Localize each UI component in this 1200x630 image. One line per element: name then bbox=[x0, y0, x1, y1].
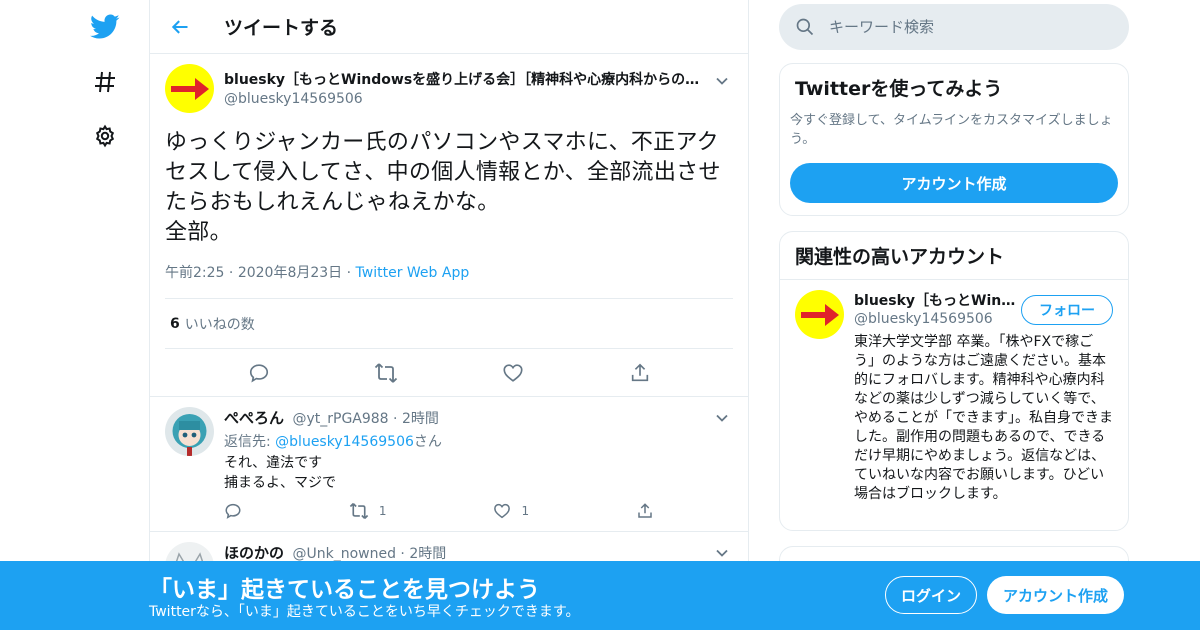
separator: · bbox=[400, 546, 405, 562]
reply-icon[interactable] bbox=[239, 353, 279, 393]
separator: · bbox=[393, 411, 398, 427]
related-account-name[interactable]: bluesky［もっとWindowsを盛り上げる会］ bbox=[854, 290, 1019, 310]
twitter-logo-icon[interactable] bbox=[80, 7, 130, 47]
tweet-date: 2020年8月23日 bbox=[237, 265, 343, 281]
search-bar[interactable] bbox=[779, 4, 1129, 50]
share-icon[interactable] bbox=[620, 353, 660, 393]
reply-body: ぺぺろん @yt_rPGA988 · 2時間 返信先: @bluesky1456… bbox=[224, 407, 733, 521]
page: ツイートする bluesky［もっとWindowsを盛り上げる会］［精神科や心療… bbox=[0, 0, 1200, 630]
banner-signup-button[interactable]: アカウント作成 bbox=[987, 576, 1124, 614]
banner-title: 「いま」起きていることを見つけよう bbox=[149, 577, 540, 603]
reply-actions: 1 1 bbox=[224, 501, 654, 521]
red-arrow-icon bbox=[170, 77, 209, 100]
like-button[interactable]: 1 bbox=[493, 501, 529, 521]
like-heart-icon bbox=[494, 503, 511, 519]
retweet-button[interactable]: 1 bbox=[349, 501, 387, 521]
author-handle[interactable]: @bluesky14569506 bbox=[224, 91, 704, 107]
reply-header: ぺぺろん @yt_rPGA988 · 2時間 bbox=[224, 407, 733, 428]
reply-time[interactable]: 2時間 bbox=[402, 411, 439, 427]
reply-author-handle[interactable]: @Unk_nowned bbox=[292, 546, 396, 562]
reply-to: 返信先: @bluesky14569506さん bbox=[224, 431, 733, 451]
retweet-icon bbox=[349, 503, 369, 519]
author-name[interactable]: bluesky［もっとWindowsを盛り上げる会］［精神科や心療内科からの薬を… bbox=[224, 69, 704, 89]
separator: · bbox=[346, 265, 352, 281]
tweet-timestamp: 午前2:25 · 2020年8月23日 · Twitter Web App bbox=[165, 262, 733, 282]
tweet-source-link[interactable]: Twitter Web App bbox=[356, 265, 470, 281]
main-column: ツイートする bluesky［もっとWindowsを盛り上げる会］［精神科や心療… bbox=[149, 0, 749, 630]
chevron-down-icon[interactable] bbox=[711, 407, 733, 429]
follow-button[interactable]: フォロー bbox=[1021, 295, 1113, 325]
reply-icon[interactable] bbox=[224, 501, 242, 521]
tweet-time: 午前2:25 bbox=[165, 265, 225, 281]
chevron-down-icon[interactable] bbox=[711, 70, 733, 92]
tweet-text: ゆっくりジャンカー氏のパソコンやスマホに、不正アクセスして侵入してさ、中の個人情… bbox=[165, 130, 721, 245]
reply-to-link[interactable]: @bluesky14569506 bbox=[275, 434, 414, 450]
likes-count[interactable]: 6 いいねの数 bbox=[165, 298, 733, 348]
likes-label: いいねの数 bbox=[184, 316, 255, 333]
header: ツイートする bbox=[150, 0, 748, 54]
avatar[interactable] bbox=[165, 64, 214, 113]
hashtag-icon[interactable] bbox=[80, 62, 130, 102]
create-account-button[interactable]: アカウント作成 bbox=[790, 163, 1118, 203]
back-arrow-icon[interactable] bbox=[150, 0, 210, 54]
like-heart-icon[interactable] bbox=[493, 353, 533, 393]
login-button[interactable]: ログイン bbox=[885, 576, 977, 614]
reply-header: ほのかの @Unk_nowned · 2時間 bbox=[224, 542, 733, 563]
signup-banner: 「いま」起きていることを見つけよう Twitterなら、「いま」起きていることを… bbox=[0, 561, 1200, 630]
reply-to-prefix: 返信先: bbox=[224, 434, 271, 450]
reply-text: それ、違法です 捕まるよ、マジで bbox=[224, 455, 336, 491]
share-icon[interactable] bbox=[636, 501, 654, 521]
likes-number: 6 bbox=[170, 315, 180, 332]
related-accounts-card: 関連性の高いアカウント bluesky［もっとWindowsを盛り上げる会］ @… bbox=[779, 231, 1129, 531]
separator: · bbox=[228, 265, 234, 281]
reply-author-handle[interactable]: @yt_rPGA988 bbox=[292, 411, 388, 427]
related-card-title: 関連性の高いアカウント bbox=[795, 246, 1005, 268]
signup-card-title: Twitterを使ってみよう bbox=[795, 78, 1003, 100]
signup-card: Twitterを使ってみよう 今すぐ登録して、タイムラインをカスタマイズしましょ… bbox=[779, 63, 1129, 216]
avatar[interactable] bbox=[165, 407, 214, 456]
related-account[interactable]: bluesky［もっとWindowsを盛り上げる会］ @bluesky14569… bbox=[780, 279, 1128, 514]
author-meta: bluesky［もっとWindowsを盛り上げる会］［精神科や心療内科からの薬を… bbox=[224, 69, 704, 107]
signup-card-subtitle: 今すぐ登録して、タイムラインをカスタマイズしましょう。 bbox=[790, 113, 1113, 147]
main-tweet: bluesky［もっとWindowsを盛り上げる会］［精神科や心療内科からの薬を… bbox=[150, 54, 748, 397]
reply-time[interactable]: 2時間 bbox=[409, 546, 446, 562]
search-input[interactable] bbox=[829, 18, 1109, 36]
related-account-bio: 東洋大学文学部 卒業。「株やFXで稼ごう」のような方はご遠慮ください。基本的にフ… bbox=[854, 334, 1113, 502]
reply-author-name[interactable]: ぺぺろん bbox=[224, 409, 284, 427]
reply-to-suffix: さん bbox=[413, 434, 442, 450]
retweet-icon[interactable] bbox=[366, 353, 406, 393]
reply-tweet[interactable]: ぺぺろん @yt_rPGA988 · 2時間 返信先: @bluesky1456… bbox=[150, 397, 748, 532]
gear-icon[interactable] bbox=[80, 116, 130, 156]
red-arrow-icon bbox=[800, 303, 839, 326]
banner-subtitle: Twitterなら、「いま」起きていることをいち早くチェックできます。 bbox=[149, 604, 580, 620]
reply-author-name[interactable]: ほのかの bbox=[224, 544, 284, 562]
avatar[interactable] bbox=[795, 290, 844, 339]
tweet-author: bluesky［もっとWindowsを盛り上げる会］［精神科や心療内科からの薬を… bbox=[165, 64, 733, 124]
tweet-actions bbox=[165, 348, 733, 396]
like-count: 1 bbox=[521, 504, 530, 518]
page-title: ツイートする bbox=[224, 17, 339, 39]
retweet-count: 1 bbox=[378, 504, 387, 518]
search-icon bbox=[796, 18, 814, 36]
